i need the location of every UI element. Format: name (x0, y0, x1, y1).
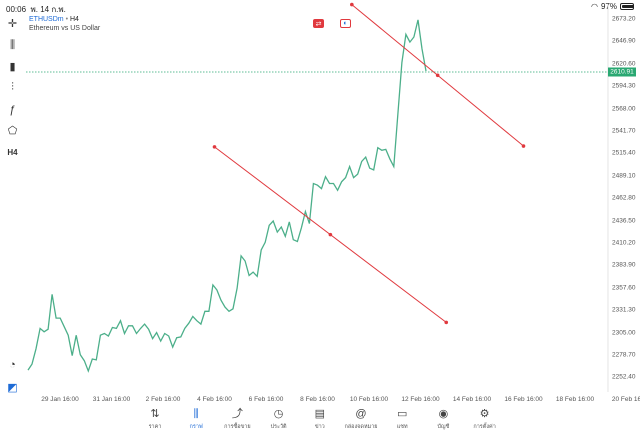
price-tick: 2515.40 (612, 149, 636, 157)
history-icon: ◷ (273, 408, 284, 420)
trendline-handle (521, 144, 526, 148)
time-tick: 2 Feb 16:00 (145, 396, 181, 403)
chat-icon: ▭ (396, 408, 408, 420)
nav-settings[interactable]: ⚙ การตั้งค่า (465, 407, 505, 431)
price-tick: 2568.00 (612, 105, 636, 113)
price-chart[interactable] (0, 0, 640, 447)
time-tick: 29 Jan 16:00 (41, 396, 79, 403)
nav-label: กล่องจดหมาย (344, 424, 378, 430)
chart-icon: ⫼ (193, 408, 199, 420)
nav-news[interactable]: ▤ ข่าว (300, 407, 340, 431)
nav-label: ข่าว (314, 424, 325, 430)
bottom-navigation: ⇅ ราคา ⫼ กราฟ ⤴ การซื้อขาย ◷ ประวัติ ▤ ข่าว @ กล่อง… (0, 403, 640, 447)
nav-label: ราคา (148, 424, 162, 430)
price-tick: 2331.30 (612, 306, 636, 314)
nav-label: กราฟ (189, 424, 203, 430)
time-tick: 12 Feb 16:00 (401, 396, 440, 403)
time-tick: 4 Feb 16:00 (197, 396, 232, 403)
price-tick: 2252.40 (612, 373, 636, 381)
price-tick: 2673.20 (612, 15, 636, 23)
time-tick: 20 Feb 16 (611, 396, 640, 403)
nav-chart[interactable]: ⫼ กราฟ (176, 407, 216, 431)
time-tick: 16 Feb 16:00 (504, 396, 543, 403)
trendline-handle (444, 320, 449, 325)
price-tick: 2383.90 (612, 261, 636, 269)
trendline-handle (328, 232, 333, 237)
time-tick: 8 Feb 16:00 (300, 396, 335, 403)
price-tick: 2489.10 (612, 172, 636, 180)
account-icon: ◉ (438, 408, 449, 420)
price-tick: 2410.20 (612, 239, 636, 247)
trendline-handle (350, 2, 354, 7)
price-tick: 2462.80 (612, 194, 636, 202)
nav-mail[interactable]: @ กล่องจดหมาย (341, 407, 381, 431)
time-tick: 10 Feb 16:00 (349, 396, 389, 403)
nav-arrows[interactable]: ⇅ ราคา (135, 407, 175, 431)
news-icon: ▤ (314, 408, 325, 420)
current-price-label: 2610.91 (608, 67, 636, 77)
nav-label: ประวัติ (270, 424, 287, 430)
price-tick: 2594.30 (612, 82, 636, 90)
price-axis: 2673.20 2646.90 2620.60 2594.30 2568.00 2541.… (610, 0, 640, 400)
price-tick: 2646.90 (612, 37, 636, 45)
nav-label: บัญชี (437, 424, 450, 430)
settings-icon: ⚙ (479, 408, 490, 420)
nav-account[interactable]: ◉ บัญชี (423, 407, 463, 431)
nav-label: การซื้อขาย (224, 424, 251, 430)
price-series-line (27, 19, 427, 373)
price-tick: 2278.70 (612, 351, 636, 359)
trade-icon: ⤴ (231, 408, 243, 420)
trendline-handle (435, 73, 440, 78)
mail-icon: @ (355, 408, 367, 420)
price-tick: 2357.60 (612, 284, 636, 292)
price-tick: 2436.50 (612, 217, 636, 225)
trendline-handle (212, 145, 217, 149)
time-tick: 14 Feb 16:00 (452, 396, 492, 403)
time-tick: 6 Feb 16:00 (248, 396, 284, 403)
arrows-icon: ⇅ (150, 408, 160, 420)
price-tick: 2541.70 (612, 127, 636, 135)
nav-history[interactable]: ◷ ประวัติ (259, 407, 299, 431)
nav-label: การตั้งค่า (473, 424, 496, 430)
nav-label: แชท (396, 424, 408, 430)
nav-trade[interactable]: ⤴ การซื้อขาย (217, 407, 257, 431)
price-tick: 2305.00 (612, 329, 636, 337)
price-tick: 2620.60 (612, 60, 636, 68)
nav-chat[interactable]: ▭ แชท (382, 407, 422, 431)
time-tick: 31 Jan 16:00 (92, 396, 131, 403)
time-tick: 18 Feb 16:00 (555, 396, 595, 403)
